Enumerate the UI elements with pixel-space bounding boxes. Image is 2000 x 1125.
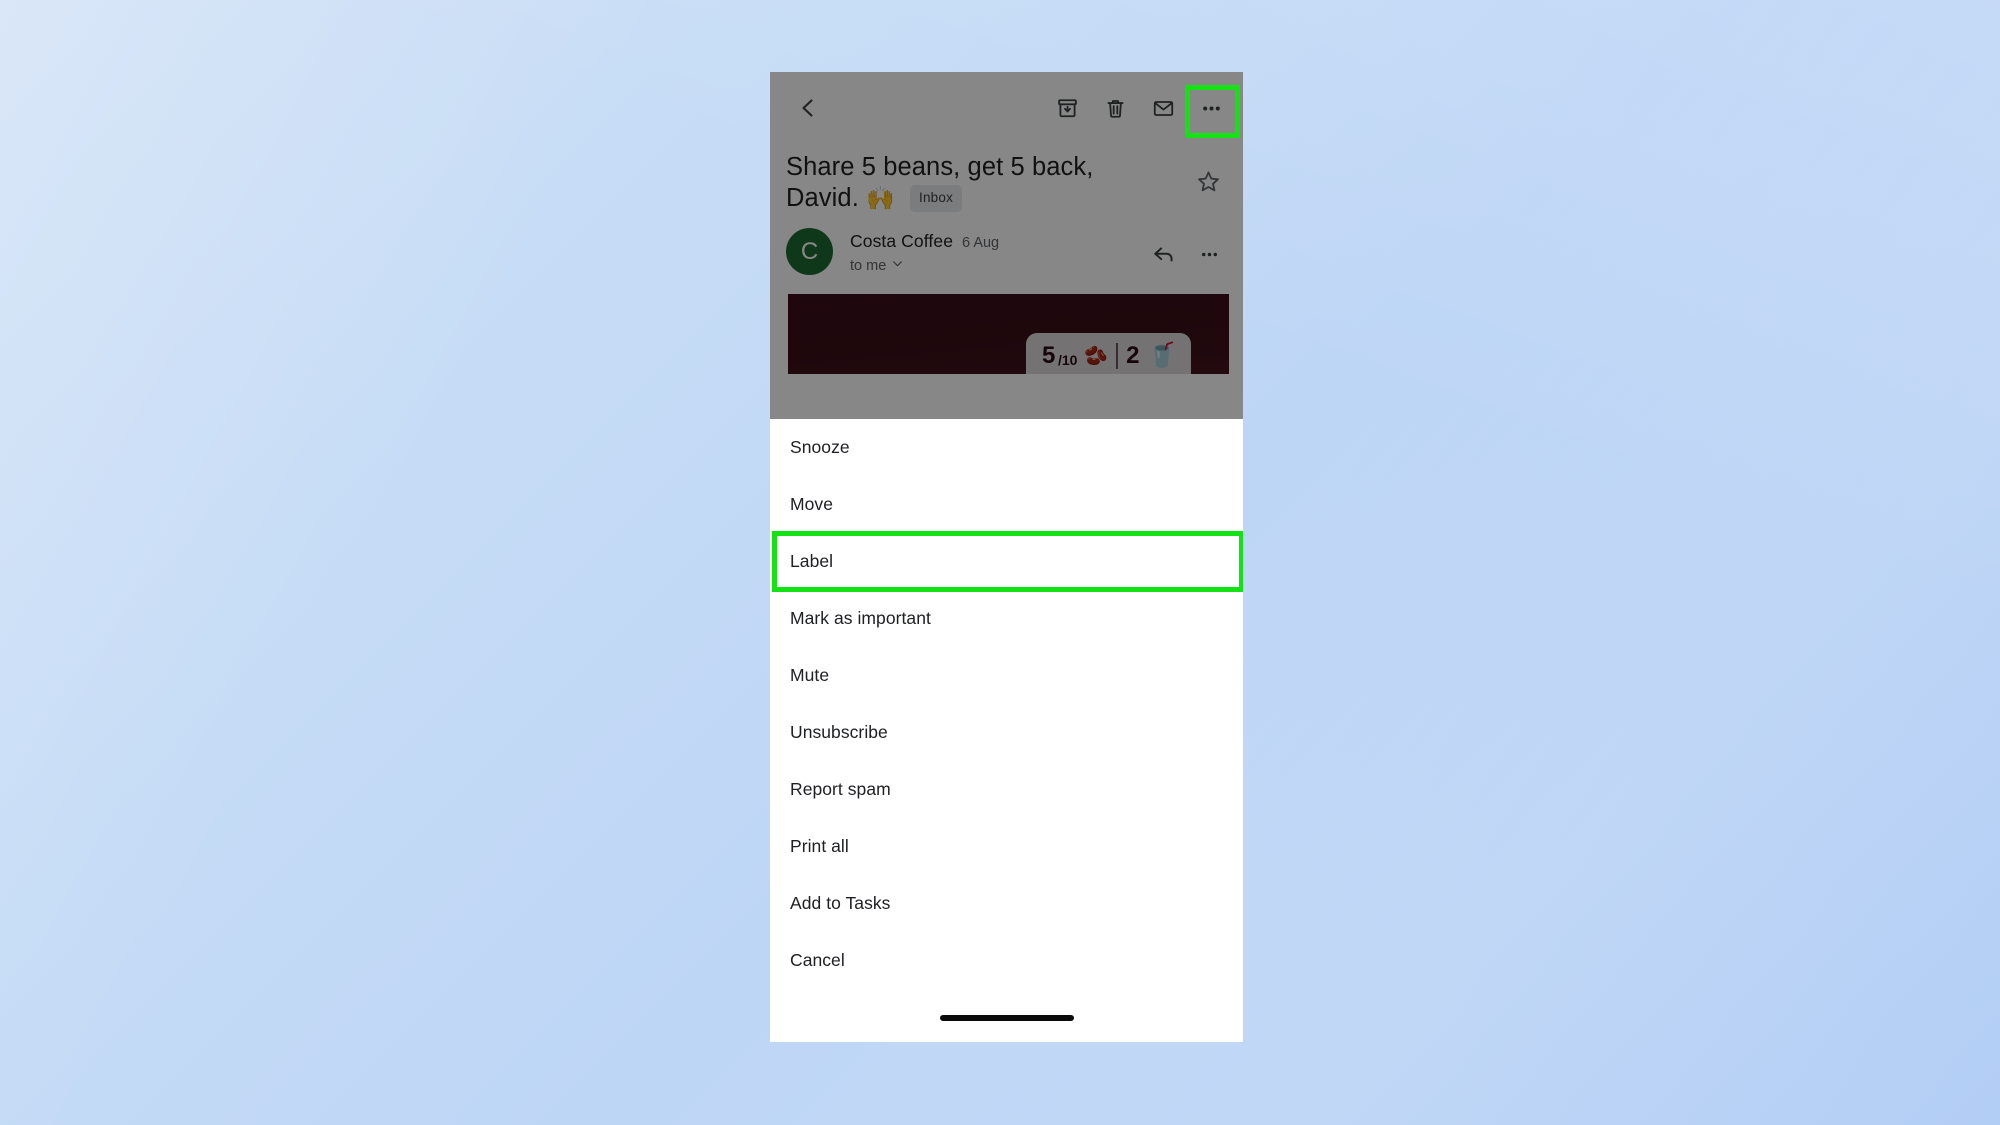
- sender-meta: Costa Coffee 6 Aug to me: [833, 228, 1143, 275]
- menu-item-label: Move: [790, 494, 833, 514]
- email-subject: Share 5 beans, get 5 back, David. 🙌 Inbo…: [786, 152, 1187, 214]
- recipient-row[interactable]: to me: [850, 257, 1143, 275]
- subject-line-1: Share 5 beans, get 5 back,: [786, 153, 1094, 181]
- reply-icon[interactable]: [1143, 234, 1183, 274]
- recipient-label: to me: [850, 258, 887, 274]
- email-toolbar: [770, 72, 1243, 144]
- mark-unread-icon[interactable]: [1139, 84, 1187, 132]
- promo-banner-image: 5 /10 🫘 2 🥤: [788, 294, 1229, 374]
- email-date: 6 Aug: [962, 235, 1000, 251]
- menu-item-label: Print all: [790, 836, 849, 856]
- menu-item-label: Mute: [790, 665, 830, 685]
- menu-item-add-to-tasks[interactable]: Add to Tasks: [770, 875, 1243, 932]
- star-icon[interactable]: [1187, 160, 1229, 202]
- menu-item-label: Unsubscribe: [790, 722, 888, 742]
- menu-item-move[interactable]: Move: [770, 476, 1243, 533]
- menu-item-cancel[interactable]: Cancel: [770, 932, 1243, 989]
- reward-count: 2: [1126, 342, 1140, 369]
- email-detail-view: Share 5 beans, get 5 back, David. 🙌 Inbo…: [770, 72, 1243, 419]
- back-icon[interactable]: [784, 84, 832, 132]
- sender-line-primary: Costa Coffee 6 Aug: [850, 231, 1143, 252]
- archive-icon[interactable]: [1043, 84, 1091, 132]
- menu-item-mute[interactable]: Mute: [770, 647, 1243, 704]
- bean-counter-badge: 5 /10 🫘 2 🥤: [1026, 333, 1191, 374]
- menu-item-label: Add to Tasks: [790, 893, 891, 913]
- menu-item-snooze[interactable]: Snooze: [770, 419, 1243, 476]
- menu-item-label: Cancel: [790, 950, 845, 970]
- overflow-menu-sheet: Snooze Move Label Mark as important Mute…: [770, 419, 1243, 1042]
- home-indicator[interactable]: [939, 1015, 1074, 1021]
- message-more-icon[interactable]: [1189, 234, 1229, 274]
- sender-name: Costa Coffee: [850, 231, 954, 251]
- delete-icon[interactable]: [1091, 84, 1139, 132]
- menu-item-print-all[interactable]: Print all: [770, 818, 1243, 875]
- menu-item-report-spam[interactable]: Report spam: [770, 761, 1243, 818]
- menu-item-label: Report spam: [790, 779, 891, 799]
- avatar[interactable]: C: [786, 228, 833, 275]
- subject-row: Share 5 beans, get 5 back, David. 🙌 Inbo…: [770, 144, 1243, 214]
- menu-item-label: Mark as important: [790, 608, 931, 628]
- inbox-label-chip[interactable]: Inbox: [910, 185, 963, 212]
- menu-item-label-option[interactable]: Label: [770, 531, 1243, 592]
- more-options-icon[interactable]: [1187, 84, 1235, 132]
- message-actions: [1143, 228, 1229, 274]
- bean-count: 5: [1042, 342, 1055, 369]
- menu-item-unsubscribe[interactable]: Unsubscribe: [770, 704, 1243, 761]
- coffee-cup-icon: 🥤: [1147, 342, 1177, 369]
- badge-divider: [1116, 343, 1119, 369]
- menu-item-label: Label: [790, 551, 834, 571]
- screenshot-canvas: Share 5 beans, get 5 back, David. 🙌 Inbo…: [0, 0, 2000, 1125]
- bean-total: /10: [1057, 352, 1078, 368]
- chevron-down-icon: [891, 257, 904, 275]
- subject-line-2: David.: [786, 184, 859, 212]
- coffee-bean-icon: 🫘: [1084, 345, 1109, 367]
- sender-row: C Costa Coffee 6 Aug to me: [770, 214, 1243, 275]
- raising-hands-emoji-icon: 🙌: [866, 185, 895, 211]
- menu-item-mark-as-important[interactable]: Mark as important: [770, 590, 1243, 647]
- phone-screen: Share 5 beans, get 5 back, David. 🙌 Inbo…: [770, 72, 1243, 1042]
- menu-item-label: Snooze: [790, 437, 850, 457]
